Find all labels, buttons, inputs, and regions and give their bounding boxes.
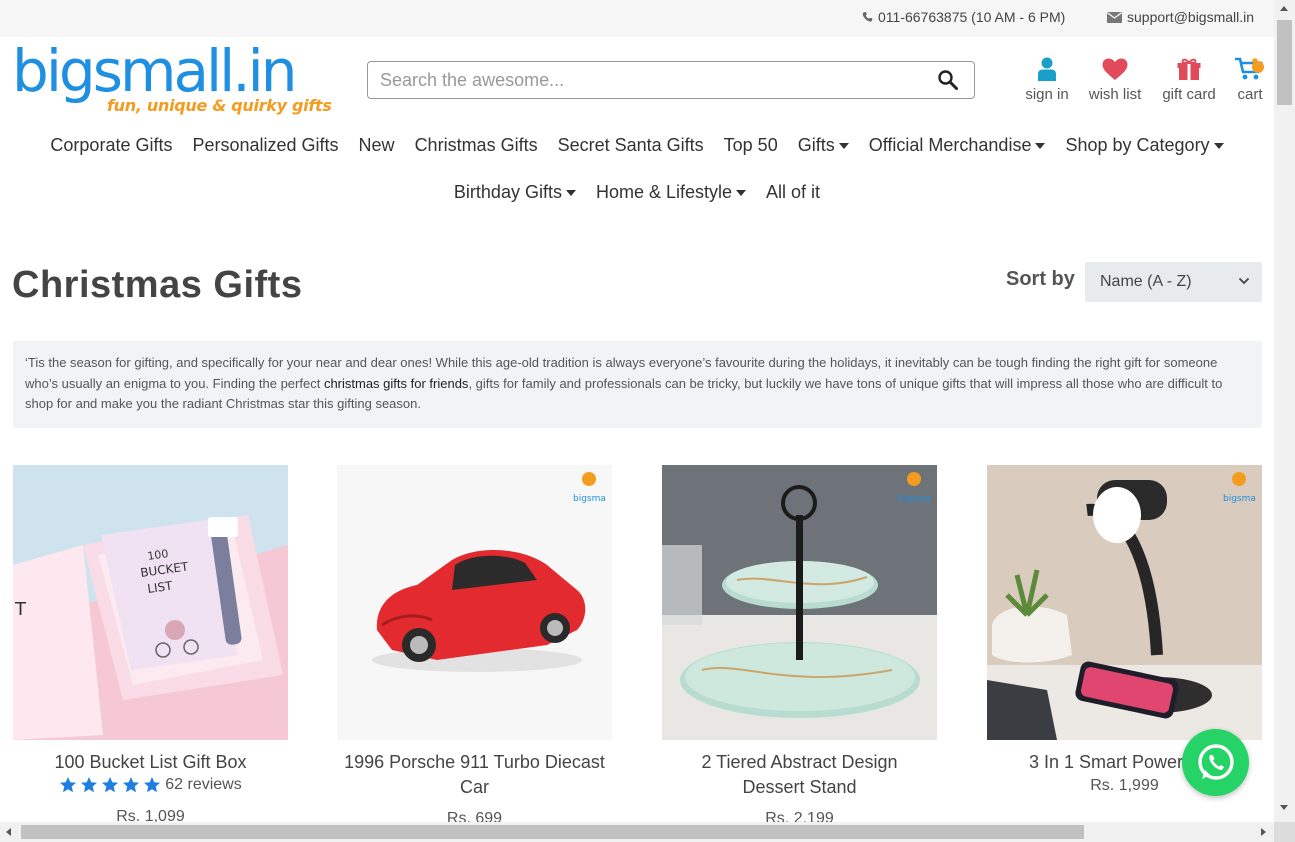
scroll-right-arrow-icon[interactable] xyxy=(1261,828,1266,836)
star-rating-icons xyxy=(60,777,161,793)
bigsmall-stamp-icon: bigsmall xyxy=(573,472,606,504)
caret-down-icon xyxy=(1213,142,1224,149)
heart-icon xyxy=(1102,58,1128,80)
nav-label: Gifts xyxy=(797,135,835,155)
horizontal-scrollbar[interactable] xyxy=(0,822,1274,842)
caret-down-icon xyxy=(1035,142,1046,149)
svg-text:bigsmall: bigsmall xyxy=(573,494,606,504)
nav-label: All of it xyxy=(766,182,821,202)
cart-link[interactable]: cart xyxy=(1232,54,1268,103)
horizontal-scroll-thumb[interactable] xyxy=(21,825,1084,839)
product-image-dessert-stand[interactable]: bigsmall xyxy=(662,465,937,740)
review-count[interactable]: 62 reviews xyxy=(165,776,241,794)
nav-christmas-gifts[interactable]: Christmas Gifts xyxy=(405,135,548,156)
main-nav-row-2: Birthday Gifts Home & Lifestyle All of i… xyxy=(0,182,1274,203)
wish-list-link[interactable]: wish list xyxy=(1087,54,1143,103)
caret-down-icon xyxy=(736,189,747,196)
nav-top-50[interactable]: Top 50 xyxy=(714,135,788,156)
email-text: support@bigsmall.in xyxy=(1127,9,1255,25)
vertical-scrollbar[interactable] xyxy=(1274,0,1295,822)
product-rating: 62 reviews xyxy=(13,776,288,794)
nav-label: Shop by Category xyxy=(1065,135,1210,155)
search-bar xyxy=(367,61,975,99)
product-name[interactable]: 100 Bucket List Gift Box xyxy=(13,750,288,775)
nav-personalized-gifts[interactable]: Personalized Gifts xyxy=(182,135,348,156)
chevron-down-icon xyxy=(1238,277,1250,285)
product-image-smart-lamp[interactable]: bigsmall xyxy=(987,465,1262,740)
nav-birthday-gifts-dropdown[interactable]: Birthday Gifts xyxy=(444,182,586,203)
scroll-left-arrow-icon[interactable] xyxy=(6,828,11,836)
sort-select[interactable]: Name (A - Z) xyxy=(1085,262,1262,302)
nav-label: Home & Lifestyle xyxy=(595,182,733,202)
svg-text:bigsmall: bigsmall xyxy=(898,494,931,504)
search-input[interactable] xyxy=(380,66,920,94)
nav-new[interactable]: New xyxy=(349,135,405,156)
category-description: ‘Tis the season for gifting, and specifi… xyxy=(13,341,1262,428)
top-info-bar: 011-66763875 (10 AM - 6 PM) support@bigs… xyxy=(0,0,1274,37)
cart-icon xyxy=(1235,57,1264,80)
bigsmall-stamp-icon: bigsmall xyxy=(1223,472,1256,504)
svg-text:T: T xyxy=(14,599,27,620)
sort-label: Sort by xyxy=(1006,268,1075,290)
nav-shop-by-category-dropdown[interactable]: Shop by Category xyxy=(1055,135,1233,156)
search-icon xyxy=(938,70,958,90)
bigsmall-stamp-icon: bigsmall xyxy=(898,472,931,504)
caret-down-icon xyxy=(838,142,849,149)
christmas-gifts-for-friends-link[interactable]: christmas gifts for friends xyxy=(324,376,469,391)
scrollbar-corner xyxy=(1274,822,1295,842)
nav-official-merchandise-dropdown[interactable]: Official Merchandise xyxy=(859,135,1056,156)
cart-label: cart xyxy=(1237,86,1263,103)
scroll-up-arrow-icon[interactable] xyxy=(1280,6,1288,11)
product-name[interactable]: 1996 Porsche 911 Turbo Diecast Car xyxy=(337,750,612,800)
nav-corporate-gifts[interactable]: Corporate Gifts xyxy=(40,135,182,156)
gift-card-label: gift card xyxy=(1162,86,1216,103)
vertical-scroll-thumb[interactable] xyxy=(1277,20,1292,105)
nav-label: Christmas Gifts xyxy=(414,135,538,155)
whatsapp-chat-button[interactable] xyxy=(1182,729,1249,796)
svg-text:bigsmall: bigsmall xyxy=(1223,494,1256,504)
logo-tagline: fun, unique & quirky gifts xyxy=(107,96,332,115)
scroll-down-arrow-icon[interactable] xyxy=(1280,805,1288,810)
product-name[interactable]: 2 Tiered Abstract Design Dessert Stand xyxy=(662,750,937,800)
nav-gifts-dropdown[interactable]: Gifts xyxy=(788,135,859,156)
site-logo[interactable]: bigsmall.in fun, unique & quirky gifts xyxy=(12,37,332,120)
phone-text: 011-66763875 (10 AM - 6 PM) xyxy=(878,9,1066,25)
nav-label: New xyxy=(358,135,395,155)
caret-down-icon xyxy=(565,189,576,196)
nav-home-lifestyle-dropdown[interactable]: Home & Lifestyle xyxy=(586,182,756,203)
product-image-porsche[interactable]: bigsmall xyxy=(337,465,612,740)
user-icon xyxy=(1038,57,1056,81)
nav-label: Official Merchandise xyxy=(868,135,1032,155)
phone-icon xyxy=(862,11,873,22)
product-card[interactable]: bigsmall 1996 Porsche 911 Turbo Diecast … xyxy=(337,465,612,828)
wish-list-label: wish list xyxy=(1088,86,1142,103)
nav-label: Personalized Gifts xyxy=(192,135,339,155)
whatsapp-icon xyxy=(1197,743,1234,780)
product-card[interactable]: 100 BUCKET LIST T 100 Bucket List Gift B… xyxy=(13,465,288,826)
phone-info[interactable]: 011-66763875 (10 AM - 6 PM) xyxy=(862,9,1065,25)
logo-wordmark: bigsmall.in xyxy=(12,37,298,105)
nav-label: Birthday Gifts xyxy=(453,182,562,202)
nav-label: Secret Santa Gifts xyxy=(557,135,704,155)
nav-label: Corporate Gifts xyxy=(50,135,173,155)
sign-in-label: sign in xyxy=(1025,86,1069,103)
product-image-bucket-list[interactable]: 100 BUCKET LIST T xyxy=(13,465,288,740)
sort-selected-value: Name (A - Z) xyxy=(1100,273,1192,290)
gift-card-link[interactable]: gift card xyxy=(1160,54,1218,103)
envelope-icon xyxy=(1107,11,1122,23)
page-title: Christmas Gifts xyxy=(12,264,303,306)
nav-label: Top 50 xyxy=(723,135,778,155)
main-nav-row-1: Corporate Gifts Personalized Gifts New C… xyxy=(0,135,1274,156)
nav-secret-santa-gifts[interactable]: Secret Santa Gifts xyxy=(548,135,714,156)
nav-all-of-it[interactable]: All of it xyxy=(756,182,830,203)
search-button[interactable] xyxy=(937,69,961,93)
gift-icon xyxy=(1177,58,1201,80)
product-card[interactable]: bigsmall 2 Tiered Abstract Design Desser… xyxy=(662,465,937,828)
sign-in-link[interactable]: sign in xyxy=(1024,54,1070,103)
email-info[interactable]: support@bigsmall.in xyxy=(1107,9,1254,25)
